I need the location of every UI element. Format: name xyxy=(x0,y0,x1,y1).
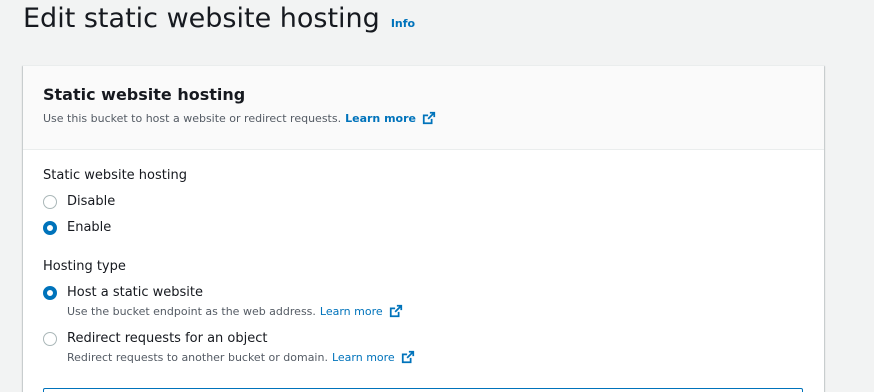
radio-enable-label[interactable]: Enable xyxy=(67,219,111,236)
radio-host-static-text: Host a static website Use the bucket end… xyxy=(67,284,403,318)
page-header: Edit static website hosting Info xyxy=(23,3,415,34)
page-title: Edit static website hosting xyxy=(23,3,380,34)
page: Edit static website hosting Info Static … xyxy=(0,0,874,392)
radio-disable-text: Disable xyxy=(67,193,115,210)
panel-header: Static website hosting Use this bucket t… xyxy=(23,66,824,150)
radio-redirect-text: Redirect requests for an object Redirect… xyxy=(67,330,415,364)
panel-description-text: Use this bucket to host a website or red… xyxy=(43,111,342,125)
learn-more-link[interactable]: Learn more xyxy=(332,351,395,364)
external-link-icon[interactable] xyxy=(401,350,415,364)
radio-redirect-desc: Redirect requests to another bucket or d… xyxy=(67,350,415,364)
radio-redirect[interactable]: Redirect requests for an object Redirect… xyxy=(43,330,804,364)
index-document-input[interactable] xyxy=(43,388,803,392)
radio-enable[interactable]: Enable xyxy=(43,219,804,236)
radio-disable-label[interactable]: Disable xyxy=(67,193,115,210)
learn-more-link[interactable]: Learn more xyxy=(345,112,416,125)
external-link-icon[interactable] xyxy=(422,111,436,125)
external-link-icon[interactable] xyxy=(389,304,403,318)
static-hosting-panel: Static website hosting Use this bucket t… xyxy=(23,65,824,392)
hosting-field-label: Static website hosting xyxy=(43,168,187,183)
panel-title: Static website hosting xyxy=(43,85,246,104)
radio-redirect-label[interactable]: Redirect requests for an object xyxy=(67,330,415,347)
radio-disable[interactable]: Disable xyxy=(43,193,804,210)
radio-redirect-control[interactable] xyxy=(43,332,57,346)
radio-host-static-desc: Use the bucket endpoint as the web addre… xyxy=(67,304,403,318)
learn-more-link[interactable]: Learn more xyxy=(320,305,383,318)
hosting-type-label: Hosting type xyxy=(43,259,126,274)
radio-host-static-desc-text: Use the bucket endpoint as the web addre… xyxy=(67,304,316,318)
radio-redirect-desc-text: Redirect requests to another bucket or d… xyxy=(67,350,328,364)
radio-host-static-control[interactable] xyxy=(43,286,57,300)
radio-enable-control[interactable] xyxy=(43,221,57,235)
radio-host-static[interactable]: Host a static website Use the bucket end… xyxy=(43,284,804,318)
panel-description: Use this bucket to host a website or red… xyxy=(43,111,804,125)
panel-body: Static website hosting Disable Enable Ho… xyxy=(23,150,824,364)
info-link[interactable]: Info xyxy=(391,17,415,30)
radio-host-static-label[interactable]: Host a static website xyxy=(67,284,403,301)
radio-disable-control[interactable] xyxy=(43,195,57,209)
hosting-type-group: Hosting type Host a static website Use t… xyxy=(43,259,804,364)
radio-enable-text: Enable xyxy=(67,219,111,236)
